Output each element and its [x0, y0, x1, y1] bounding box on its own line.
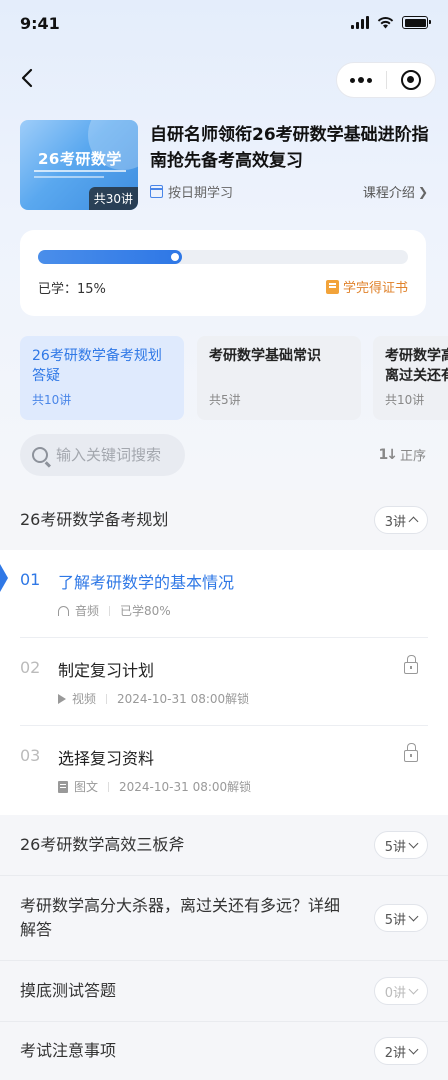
- section-count: 5讲: [384, 839, 406, 855]
- lesson-type: 图文: [74, 780, 99, 794]
- lesson-number: 02: [20, 658, 41, 677]
- course-header: 26考研数学 共30讲 自研名师领衔26考研数学基础进阶指南抢先备考高效复习 按…: [20, 120, 429, 212]
- progress-card: 已学：15% 学完得证书: [20, 230, 426, 316]
- section-header[interactable]: 26考研数学高效三板斧 5讲: [0, 815, 448, 875]
- lesson-meta: 视频 2024-10-31 08:00解锁: [58, 690, 249, 707]
- section-count-toggle[interactable]: 0讲: [373, 977, 428, 1005]
- sort-label: 正序: [399, 449, 426, 464]
- mini-program-capsule: [336, 62, 436, 98]
- lesson-number: 01: [20, 570, 41, 589]
- lesson-title: 制定复习计划: [58, 661, 155, 680]
- lesson-title: 选择复习资料: [58, 749, 155, 768]
- schedule-label: 按日期学习: [168, 186, 234, 201]
- search-box[interactable]: [20, 434, 185, 476]
- lesson-title: 了解考研数学的基本情况: [58, 573, 235, 592]
- lesson-item[interactable]: 03 选择复习资料 图文 2024-10-31 08:00解锁: [0, 726, 448, 814]
- chevron-up-icon: [408, 516, 419, 527]
- progress-knob: [171, 253, 179, 261]
- progress-bar: [38, 250, 408, 264]
- sort-ascending-icon: 1↓: [378, 446, 399, 463]
- lesson-number: 03: [20, 746, 41, 765]
- lock-icon: [404, 655, 418, 674]
- lesson-type: 音频: [75, 604, 100, 618]
- chapter-count: 共10讲: [385, 393, 425, 407]
- section-count: 0讲: [384, 985, 406, 1001]
- section-title: 考试注意事项: [20, 1041, 117, 1060]
- search-input[interactable]: [56, 446, 176, 464]
- sort-toggle[interactable]: 1↓ 正序: [378, 445, 427, 465]
- signal-icon: [351, 16, 369, 29]
- lesson-meta: 音频 已学80%: [58, 602, 171, 619]
- section-title: 26考研数学高效三板斧: [20, 835, 185, 854]
- schedule-mode: 按日期学习: [150, 182, 233, 201]
- lesson-status: 2024-10-31 08:00解锁: [119, 780, 252, 794]
- chevron-down-icon: [408, 984, 419, 994]
- chapter-count: 共10讲: [32, 393, 72, 407]
- section-header[interactable]: 摸底测试答题 0讲: [0, 961, 448, 1021]
- section-title: 考研数学高分大杀器，离过关还有多远？详细解答: [20, 896, 341, 939]
- lesson-meta: 图文 2024-10-31 08:00解锁: [58, 778, 251, 795]
- lock-icon: [404, 743, 418, 762]
- search-row: 1↓ 正序: [20, 434, 428, 476]
- chevron-down-icon: [408, 1044, 419, 1054]
- section-count: 3讲: [384, 514, 406, 530]
- chapter-card-2[interactable]: 考研数学基础常识 共5讲: [197, 336, 361, 420]
- chapter-count: 共5讲: [209, 393, 241, 407]
- section-count-toggle[interactable]: 5讲: [373, 831, 428, 859]
- status-time: 9:41: [20, 14, 60, 33]
- course-intro-label: 课程介绍: [362, 186, 415, 201]
- chapter-tabs: 26考研数学备考规划答疑 共10讲 考研数学基础常识 共5讲 考研数学高分大杀器…: [20, 336, 448, 420]
- lesson-item[interactable]: 02 制定复习计划 视频 2024-10-31 08:00解锁: [0, 638, 448, 726]
- chapter-title: 26考研数学备考规划答疑: [32, 348, 162, 384]
- battery-icon: [402, 16, 431, 29]
- current-lesson-marker: [0, 564, 8, 592]
- lesson-status: 2024-10-31 08:00解锁: [117, 692, 250, 706]
- section-count: 5讲: [384, 912, 406, 928]
- calendar-icon: [150, 185, 163, 198]
- status-bar: 9:41: [0, 0, 448, 48]
- lesson-status: 已学80%: [120, 604, 171, 618]
- chevron-down-icon: [408, 838, 419, 848]
- headset-icon: [58, 605, 69, 616]
- document-icon: [58, 780, 68, 793]
- certificate-icon: [325, 279, 339, 294]
- cover-lessons-badge: 共30讲: [88, 187, 138, 210]
- back-icon[interactable]: [14, 64, 42, 92]
- section-header[interactable]: 考试注意事项 2讲: [0, 1022, 448, 1080]
- play-icon: [58, 693, 66, 704]
- section-header[interactable]: 26考研数学备考规划 3讲: [0, 490, 448, 550]
- section-count-toggle[interactable]: 3讲: [373, 506, 428, 534]
- section-title: 摸底测试答题: [20, 981, 117, 1000]
- status-icons: [351, 16, 431, 29]
- search-icon: [32, 447, 48, 463]
- chapter-title: 考研数学高分大杀器，离过关还有多远？: [385, 348, 448, 384]
- course-cover: 26考研数学 共30讲: [20, 120, 138, 210]
- section-count: 2讲: [384, 1045, 406, 1061]
- lesson-type: 视频: [72, 692, 97, 706]
- wifi-icon: [377, 17, 394, 29]
- progress-fill: [38, 250, 182, 264]
- chapter-card-3[interactable]: 考研数学高分大杀器，离过关还有多远？ 共10讲: [373, 336, 448, 420]
- lesson-item[interactable]: 01 了解考研数学的基本情况 音频 已学80%: [0, 550, 448, 638]
- chevron-right-icon: ❯: [417, 184, 428, 199]
- course-title: 自研名师领衔26考研数学基础进阶指南抢先备考高效复习: [150, 125, 429, 171]
- cover-title: 26考研数学: [38, 150, 122, 168]
- target-icon: [400, 70, 421, 90]
- lesson-list: 26考研数学备考规划 3讲 01 了解考研数学的基本情况 音频 已学80% 02…: [0, 490, 448, 1080]
- chapter-card-1[interactable]: 26考研数学备考规划答疑 共10讲: [20, 336, 184, 420]
- section-count-toggle[interactable]: 2讲: [373, 1037, 428, 1065]
- chapter-title: 考研数学基础常识: [209, 348, 321, 364]
- close-program-button[interactable]: [386, 63, 435, 97]
- section-count-toggle[interactable]: 5讲: [373, 904, 428, 932]
- certificate-link[interactable]: 学完得证书: [325, 277, 408, 296]
- section-header[interactable]: 考研数学高分大杀器，离过关还有多远？详细解答 5讲: [0, 876, 448, 960]
- course-intro-link[interactable]: 课程介绍 ❯: [362, 182, 428, 202]
- nav-bar: [0, 52, 448, 104]
- chevron-down-icon: [408, 911, 419, 921]
- more-icon[interactable]: [337, 63, 386, 97]
- learned-percent: 已学：15%: [38, 282, 106, 297]
- certificate-label: 学完得证书: [342, 281, 408, 296]
- section-title: 26考研数学备考规划: [20, 510, 169, 529]
